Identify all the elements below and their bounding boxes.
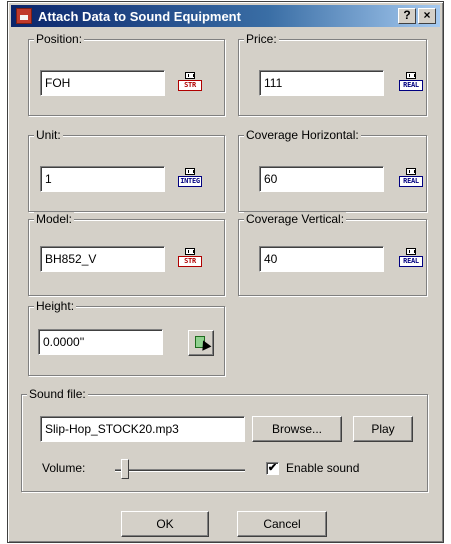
height-group: Height: 0.0000'' bbox=[28, 299, 225, 376]
title-bar[interactable]: Attach Data to Sound Equipment ? × bbox=[11, 5, 440, 27]
help-button[interactable]: ? bbox=[398, 8, 416, 24]
unit-label: Unit: bbox=[34, 128, 63, 142]
enable-sound-label[interactable]: Enable sound bbox=[286, 461, 359, 475]
dialog-window: Attach Data to Sound Equipment ? × Posit… bbox=[7, 1, 444, 543]
badge-text: REAL bbox=[399, 176, 423, 187]
window-title: Attach Data to Sound Equipment bbox=[38, 9, 241, 24]
badge-picture bbox=[185, 168, 195, 175]
badge-picture bbox=[406, 168, 416, 175]
real-type-icon[interactable]: REAL bbox=[399, 248, 423, 268]
badge-text: STR bbox=[178, 256, 202, 267]
coverage-vertical-label: Coverage Vertical: bbox=[244, 212, 347, 226]
badge-text: REAL bbox=[399, 256, 423, 267]
sound-file-label: Sound file: bbox=[27, 387, 88, 401]
coverage-vertical-group: Coverage Vertical: 40 REAL bbox=[238, 212, 427, 296]
badge-picture bbox=[185, 72, 195, 79]
badge-text: STR bbox=[178, 80, 202, 91]
height-input[interactable]: 0.0000'' bbox=[38, 329, 163, 355]
ok-button[interactable]: OK bbox=[121, 511, 209, 537]
coverage-horizontal-group: Coverage Horizontal: 60 REAL bbox=[238, 128, 427, 212]
close-button[interactable]: × bbox=[418, 8, 436, 24]
model-group: Model: BH852_V STR bbox=[28, 212, 225, 296]
cancel-button[interactable]: Cancel bbox=[237, 511, 327, 537]
badge-text: INTEG bbox=[178, 176, 202, 187]
model-label: Model: bbox=[34, 212, 75, 226]
pick-height-button[interactable] bbox=[188, 330, 214, 356]
play-button[interactable]: Play bbox=[353, 416, 413, 442]
badge-picture bbox=[406, 72, 416, 79]
unit-group: Unit: 1 INTEG bbox=[28, 128, 225, 212]
integ-type-icon[interactable]: INTEG bbox=[178, 168, 202, 188]
badge-text: REAL bbox=[399, 80, 423, 91]
volume-label: Volume: bbox=[42, 461, 86, 475]
coverage-horizontal-input[interactable]: 60 bbox=[259, 166, 384, 192]
badge-picture bbox=[406, 248, 416, 255]
app-icon bbox=[16, 8, 32, 24]
position-label: Position: bbox=[34, 32, 85, 46]
coverage-vertical-input[interactable]: 40 bbox=[259, 246, 384, 272]
model-input[interactable]: BH852_V bbox=[40, 246, 165, 272]
sound-file-input[interactable]: Slip-Hop_STOCK20.mp3 bbox=[40, 416, 245, 442]
badge-picture bbox=[185, 248, 195, 255]
sound-file-group: Sound file: bbox=[21, 387, 428, 492]
volume-slider-track[interactable] bbox=[115, 469, 245, 472]
str-type-icon[interactable]: STR bbox=[178, 248, 202, 268]
coverage-horizontal-label: Coverage Horizontal: bbox=[244, 128, 361, 142]
price-input[interactable]: 111 bbox=[259, 70, 384, 96]
str-type-icon[interactable]: STR bbox=[178, 72, 202, 92]
enable-sound-checkbox[interactable]: ✔ bbox=[266, 462, 279, 475]
volume-slider-thumb[interactable] bbox=[121, 459, 130, 479]
position-group: Position: FOH STR bbox=[28, 32, 225, 116]
real-type-icon[interactable]: REAL bbox=[399, 72, 423, 92]
real-type-icon[interactable]: REAL bbox=[399, 168, 423, 188]
price-group: Price: 111 REAL bbox=[238, 32, 427, 116]
height-label: Height: bbox=[34, 299, 77, 313]
browse-button[interactable]: Browse... bbox=[252, 416, 342, 442]
position-input[interactable]: FOH bbox=[40, 70, 165, 96]
price-label: Price: bbox=[244, 32, 279, 46]
unit-input[interactable]: 1 bbox=[40, 166, 165, 192]
